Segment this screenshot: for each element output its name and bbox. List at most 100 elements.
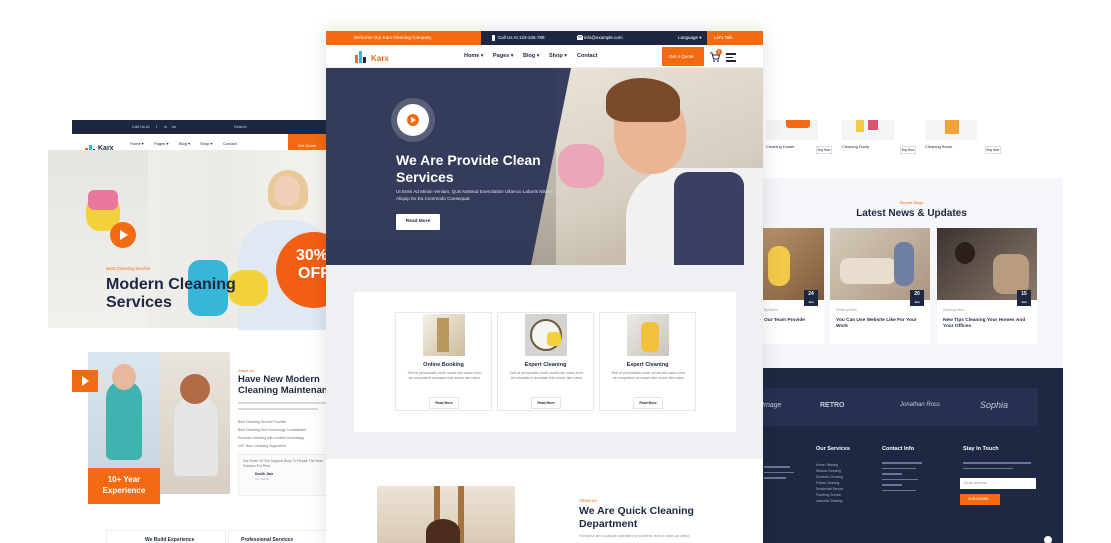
nav-pages[interactable]: Pages ▾ xyxy=(493,53,514,59)
product-image xyxy=(925,120,977,140)
service-image xyxy=(525,314,567,356)
scroll-top-icon[interactable] xyxy=(1044,536,1052,543)
product-image xyxy=(842,120,894,140)
left-nav-blog[interactable]: Blog ▾ xyxy=(179,141,190,146)
left-topbar xyxy=(48,120,338,134)
service-image xyxy=(423,314,465,356)
left-topbar-blank xyxy=(48,120,72,134)
news-card-title[interactable]: Our Team Provide xyxy=(764,318,824,324)
left-experience-label: Experience xyxy=(102,486,146,495)
nav-shop[interactable]: Shop ▾ xyxy=(549,53,567,59)
left-nav-pages[interactable]: Pages ▾ xyxy=(154,141,168,146)
service-title: Expert Cleaning xyxy=(626,362,669,368)
subscribe-button[interactable]: SUBSCRIBE xyxy=(960,494,1000,505)
service-description: Sed ut perspiciatis unde omnis iste natu… xyxy=(611,371,686,381)
mail-icon xyxy=(577,35,583,40)
hero-man-hair xyxy=(606,78,680,122)
service-read-more-button[interactable]: Read More xyxy=(429,397,459,409)
left-quote-name: Dmith Jina xyxy=(255,472,273,476)
right-shop-row: Cleaning Duster Buy Now Cleaning Dusty B… xyxy=(760,120,1063,178)
hero-read-more-button[interactable]: Read More xyxy=(396,214,440,230)
play-icon[interactable] xyxy=(407,114,419,126)
service-description: Sed ut perspiciatis unde omnis iste natu… xyxy=(407,371,482,381)
product-name[interactable]: Cleaning Duster xyxy=(766,144,795,149)
service-read-more-button[interactable]: Read More xyxy=(531,397,561,409)
twitter-icon[interactable]: tw xyxy=(172,124,176,129)
hero-cleaning-glove xyxy=(558,144,604,188)
topbar-call-text[interactable]: Call Us At 123-345-789 xyxy=(498,35,545,40)
left-about-checklist: Best Cleaning Service Provider Best Clea… xyxy=(238,420,338,452)
news-day: 20 xyxy=(914,291,920,297)
footer-contact-lines xyxy=(882,462,926,495)
footer-link[interactable]: Industrial Cleaning xyxy=(816,498,843,504)
buy-now-button[interactable]: Buy Now xyxy=(985,146,1001,154)
cart-count-badge: 0 xyxy=(716,49,722,55)
left-play-video-icon[interactable] xyxy=(110,222,136,248)
service-card[interactable]: Expert Cleaning Sed ut perspiciatis unde… xyxy=(599,312,696,411)
lets-talk-button[interactable]: Let's Talk xyxy=(707,31,763,45)
left-experience-years: 10+ Year xyxy=(107,475,141,484)
left-hero-woman-face xyxy=(274,176,300,206)
news-card[interactable]: 15 Jan Cleaning Work New Tips Cleaning Y… xyxy=(937,228,1037,344)
center-brand-name[interactable]: Karx xyxy=(371,54,389,63)
service-card[interactable]: Expert Cleaning Sed ut perspiciatis unde… xyxy=(497,312,594,411)
news-month: Jan xyxy=(808,300,814,304)
language-dropdown[interactable]: Language ▾ xyxy=(678,35,702,41)
about-title: We Are Quick Cleaning Department xyxy=(579,505,694,530)
buy-now-button[interactable]: Buy Now xyxy=(900,146,916,154)
news-date-badge: 15 Jan xyxy=(1017,290,1031,306)
nav-blog[interactable]: Blog ▾ xyxy=(523,53,540,59)
facebook-icon[interactable]: f xyxy=(156,124,157,129)
footer-services-list: Home Cleaning Window Cleaning Domestic C… xyxy=(816,462,843,504)
news-meta: By Admin xyxy=(764,308,778,312)
product-image xyxy=(766,120,818,140)
services-container: Online Booking Sed ut perspiciatis unde … xyxy=(354,292,736,432)
hero-description: Ut Enim Ad Minim Veniam, Quis Nostrud Ex… xyxy=(396,189,553,202)
partner-logo: RETRO xyxy=(820,402,845,409)
left-check-item: Best Cleaning And Technology Commitment xyxy=(238,428,307,432)
get-a-quote-button[interactable]: Get A Quote xyxy=(662,47,704,66)
nav-contact[interactable]: Contact xyxy=(577,53,597,59)
news-title: Latest News & Updates xyxy=(856,208,967,219)
footer-col-title: Our Services xyxy=(816,446,850,452)
service-card[interactable]: Online Booking Sed ut perspiciatis unde … xyxy=(395,312,492,411)
left-feature-card-2[interactable]: Professional Services xyxy=(228,530,338,543)
linkedin-icon[interactable]: in xyxy=(164,124,167,129)
product-name[interactable]: Cleaning Dusty xyxy=(842,144,869,149)
footer-col-title: Stay In Touch xyxy=(963,446,999,452)
service-description: Sed ut perspiciatis unde omnis iste natu… xyxy=(509,371,584,381)
left-about-play-icon[interactable] xyxy=(72,370,98,392)
hero-man-apron xyxy=(674,172,744,265)
news-card[interactable]: 24 Jan By Admin Our Team Provide xyxy=(760,228,824,344)
hamburger-menu-icon[interactable] xyxy=(726,53,736,64)
footer-newsletter-lines xyxy=(963,462,1033,473)
hero-title: We Are Provide Clean Services xyxy=(396,152,541,185)
left-nav-contact[interactable]: Contact xyxy=(223,141,237,146)
news-card[interactable]: 20 Jan Cleaning Work You Can Use Website… xyxy=(830,228,930,344)
newsletter-email-input[interactable]: Email Address xyxy=(960,478,1036,489)
topbar-email-text[interactable]: info@example.com xyxy=(584,35,623,40)
broom-logo-icon[interactable] xyxy=(355,49,367,63)
partner-logo: Image xyxy=(762,402,782,409)
left-about-person-1 xyxy=(106,380,142,460)
left-check-item: Best Cleaning Service Provider xyxy=(238,420,287,424)
about-kicker: About us xyxy=(579,498,597,503)
product-name[interactable]: Cleaning Brush xyxy=(925,144,952,149)
news-kicker: Recent Blogs xyxy=(899,200,924,205)
service-read-more-button[interactable]: Read More xyxy=(633,397,663,409)
news-card-title[interactable]: New Tips Cleaning Your Homes And Your Of… xyxy=(943,318,1031,330)
partner-logo: Jonathan Ross xyxy=(900,402,941,408)
left-nav-shop[interactable]: Shop ▾ xyxy=(200,141,212,146)
center-page-mockup: Welcome Our Karx Cleaning Company Call U… xyxy=(326,31,763,543)
left-feature-card-1[interactable]: We Build Experience xyxy=(106,530,226,543)
nav-home[interactable]: Home ▾ xyxy=(464,53,484,59)
news-date-badge: 20 Jan xyxy=(910,290,924,306)
left-nav-home[interactable]: Home ▾ xyxy=(130,141,144,146)
phone-icon xyxy=(492,34,495,41)
left-search-label[interactable]: Search xyxy=(234,124,247,129)
left-quote-box: Our Team Of Our Support Busy To Repair T… xyxy=(238,454,338,496)
left-about-person-2-head xyxy=(180,374,210,404)
news-card-title[interactable]: You Can Use Website Like For Your Work xyxy=(836,318,922,330)
left-topbar-call: Call Us At xyxy=(132,124,150,129)
buy-now-button[interactable]: Buy Now xyxy=(816,146,832,154)
